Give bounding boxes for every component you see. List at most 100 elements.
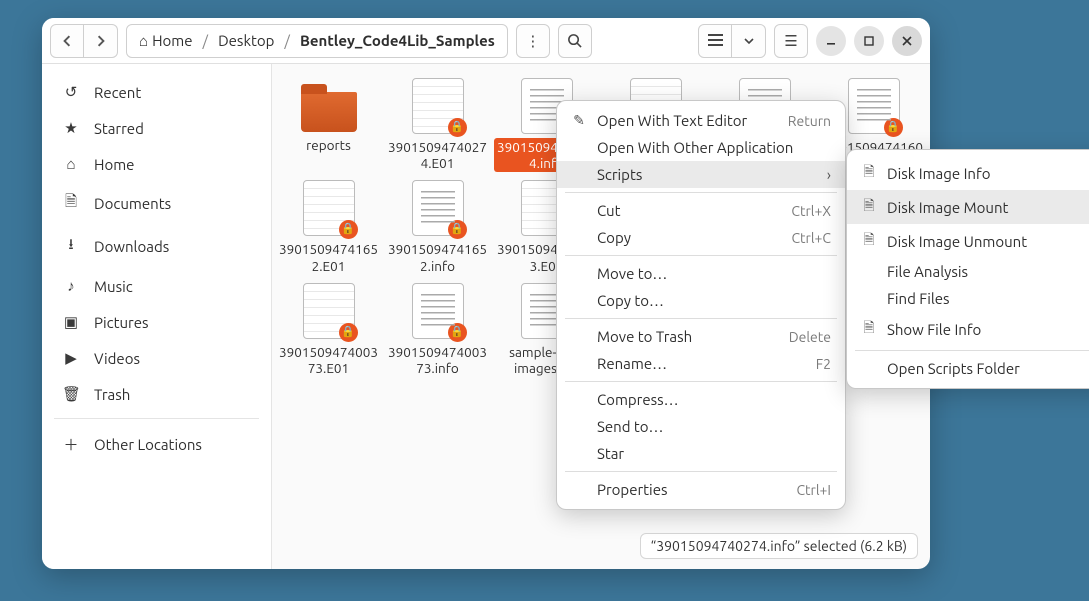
file-label: reports — [303, 136, 354, 154]
sidebar-separator — [54, 418, 259, 419]
menu-item-rename[interactable]: Rename… F2 — [557, 350, 845, 377]
crumb-current[interactable]: Bentley_Code4Lib_Samples — [292, 28, 503, 53]
menu-separator — [565, 471, 837, 472]
maximize-button[interactable] — [854, 26, 884, 56]
file-icon: 🗎 — [861, 195, 877, 219]
sidebar-item-starred[interactable]: ★ Starred — [42, 110, 271, 146]
menu-item-label: Scripts — [597, 166, 817, 183]
menu-item-copy-to[interactable]: Copy to… — [557, 287, 845, 314]
sidebar-item-label: Videos — [94, 350, 140, 367]
sidebar-item-documents[interactable]: 🗎 Documents — [42, 182, 271, 225]
lock-badge-icon: 🔒 — [339, 220, 358, 239]
clock-icon: ↺ — [62, 83, 80, 101]
download-icon: ⭳ — [62, 234, 80, 259]
sidebar-item-videos[interactable]: ▶ Videos — [42, 340, 271, 376]
menu-item-scripts[interactable]: Scripts› — [557, 161, 845, 188]
minimize-button[interactable] — [816, 26, 846, 56]
menu-item-accel: Ctrl+C — [791, 230, 831, 246]
sidebar-item-music[interactable]: ♪ Music — [42, 268, 271, 304]
menu-item-disk-image-info[interactable]: 🗎Disk Image Info› — [847, 156, 1089, 190]
menu-item-accel: F2 — [816, 356, 831, 372]
file-label: 39015094741652.E01 — [276, 240, 381, 274]
menu-item-send-to[interactable]: Send to… — [557, 413, 845, 440]
menu-item-label: Show File Info — [887, 321, 1089, 338]
hamburger-menu-button[interactable]: ☰ — [774, 24, 808, 58]
sidebar-item-other-locations[interactable]: ＋ Other Locations — [42, 425, 271, 464]
sidebar-item-label: Pictures — [94, 314, 149, 331]
forward-button[interactable] — [84, 24, 118, 58]
menu-item-label: Open With Other Application — [597, 139, 831, 156]
sidebar-item-label: Downloads — [94, 238, 169, 255]
menu-item-label: Open Scripts Folder — [887, 360, 1089, 377]
star-icon: ★ — [62, 119, 80, 137]
file-icon: 🗎 — [861, 161, 877, 185]
search-button[interactable] — [558, 24, 592, 58]
menu-item-label: Cut — [597, 202, 781, 219]
sidebar-item-trash[interactable]: 🗑 Trash — [42, 376, 271, 412]
file-item[interactable]: 🔒 39015094741652.E01 — [274, 176, 383, 278]
sidebar-item-downloads[interactable]: ⭳ Downloads — [42, 225, 271, 268]
file-item[interactable]: 🔒 39015094741652.info — [383, 176, 492, 278]
text-icon: 🔒 — [412, 283, 464, 339]
file-item[interactable]: 🔒 39015094740274.E01 — [383, 74, 492, 176]
menu-item-show-file-info[interactable]: 🗎Show File Info — [847, 312, 1089, 346]
list-view-button[interactable] — [698, 24, 732, 58]
path-options-button[interactable]: ⋮ — [516, 24, 550, 58]
lock-badge-icon: 🔒 — [448, 323, 467, 342]
lock-badge-icon: 🔒 — [884, 118, 903, 137]
menu-item-properties[interactable]: PropertiesCtrl+I — [557, 476, 845, 503]
context-menu: ✎Open With Text EditorReturnOpen With Ot… — [556, 100, 846, 510]
trash-icon: 🗑 — [62, 385, 80, 403]
menu-item-cut[interactable]: Cut Ctrl+X — [557, 197, 845, 224]
menu-item-compress[interactable]: Compress… — [557, 386, 845, 413]
binary-icon: 🔒 — [303, 180, 355, 236]
menu-separator — [565, 318, 837, 319]
menu-item-star[interactable]: Star — [557, 440, 845, 467]
sidebar-item-home[interactable]: ⌂ Home — [42, 146, 271, 182]
menu-item-open-with-text-editor[interactable]: ✎Open With Text EditorReturn — [557, 107, 845, 134]
nav-buttons — [50, 24, 118, 58]
menu-item-open-with-other-application[interactable]: Open With Other Application — [557, 134, 845, 161]
menu-item-disk-image-mount[interactable]: 🗎Disk Image Mount — [847, 190, 1089, 224]
sidebar-item-recent[interactable]: ↺ Recent — [42, 74, 271, 110]
menu-item-move-to-trash[interactable]: Move to TrashDelete — [557, 323, 845, 350]
titlebar: ⌂ Home / Desktop / Bentley_Code4Lib_Samp… — [42, 18, 930, 64]
menu-item-disk-image-unmount[interactable]: 🗎 Disk Image Unmount — [847, 224, 1089, 258]
sidebar-item-pictures[interactable]: ▣ Pictures — [42, 304, 271, 340]
menu-item-label: Rename… — [597, 355, 806, 372]
menu-item-move-to[interactable]: Move to… — [557, 260, 845, 287]
file-item[interactable]: reports — [274, 74, 383, 176]
home-icon: ⌂ — [62, 155, 80, 173]
menu-item-label: Move to… — [597, 265, 831, 282]
binary-icon: 🔒 — [303, 283, 355, 339]
file-item[interactable]: 🔒 390150947400373.E01 — [274, 279, 383, 381]
file-item[interactable]: 🔒 390150947400373.info — [383, 279, 492, 381]
menu-item-open-scripts-folder[interactable]: Open Scripts Folder — [847, 355, 1089, 382]
menu-item-label: Star — [597, 445, 831, 462]
crumb-sep: / — [284, 32, 290, 49]
menu-separator — [565, 381, 837, 382]
status-bar: “39015094740274.info” selected (6.2 kB) — [640, 533, 918, 559]
crumb-desktop[interactable]: Desktop — [210, 28, 282, 53]
menu-item-file-analysis[interactable]: File Analysis› — [847, 258, 1089, 285]
crumb-home[interactable]: ⌂ Home — [131, 28, 201, 54]
menu-item-copy[interactable]: CopyCtrl+C — [557, 224, 845, 251]
close-button[interactable] — [892, 26, 922, 56]
menu-item-accel: Return — [788, 113, 831, 129]
menu-item-label: Copy to… — [597, 292, 831, 309]
file-icon: 🗎 — [861, 229, 877, 253]
menu-item-label: File Analysis — [887, 263, 1087, 280]
menu-item-label: Properties — [597, 481, 786, 498]
menu-item-accel: Ctrl+X — [791, 203, 831, 219]
view-dropdown-button[interactable] — [732, 24, 766, 58]
folder-icon — [301, 92, 357, 132]
sidebar-item-label: Music — [94, 278, 133, 295]
binary-icon: 🔒 — [412, 78, 464, 134]
back-button[interactable] — [50, 24, 84, 58]
menu-item-label: Disk Image Unmount — [887, 233, 1089, 250]
lock-badge-icon: 🔒 — [448, 220, 467, 239]
text-icon: 🔒 — [848, 78, 900, 134]
menu-item-find-files[interactable]: Find Files› — [847, 285, 1089, 312]
menu-item-label: Open With Text Editor — [597, 112, 778, 129]
sidebar-item-label: Other Locations — [94, 436, 202, 453]
